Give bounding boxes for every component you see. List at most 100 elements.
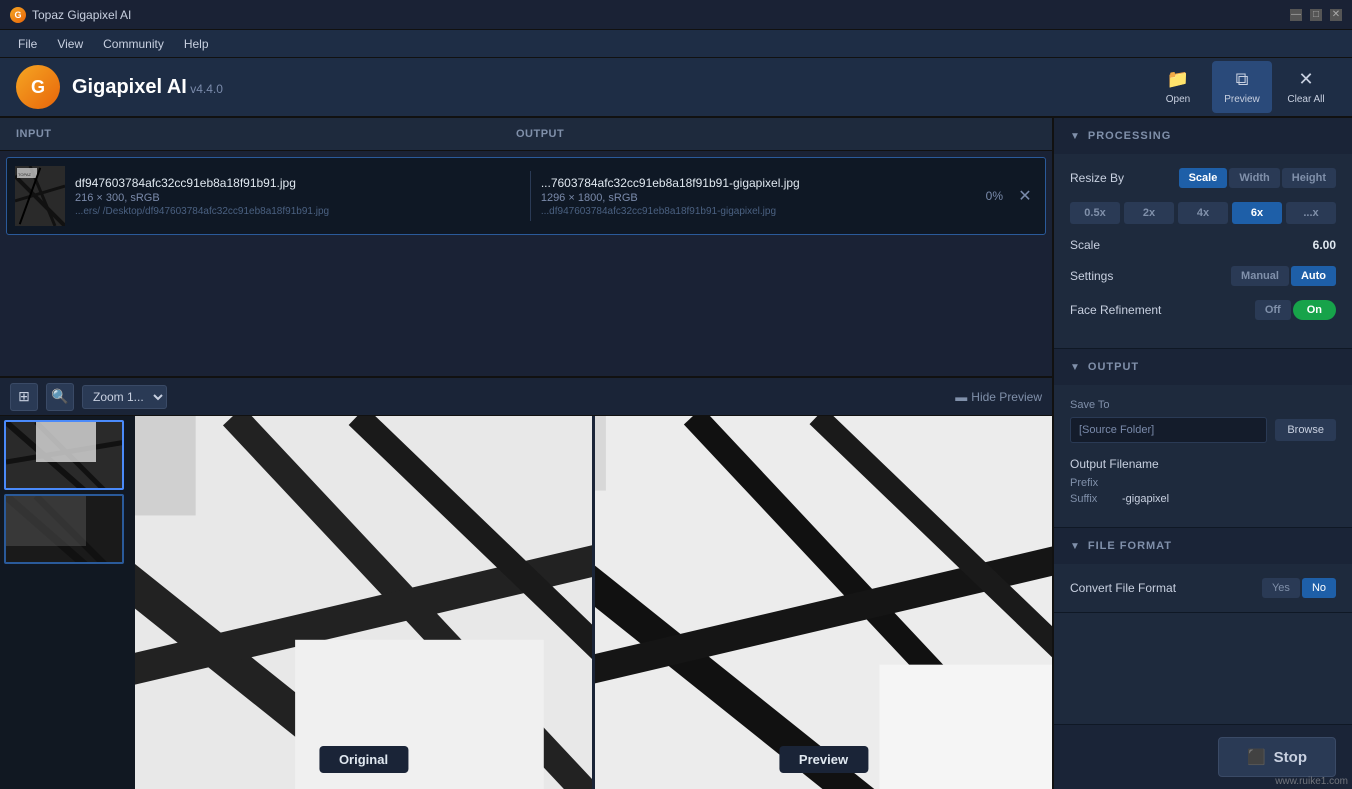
scale-custom-button[interactable]: ...x bbox=[1286, 202, 1336, 224]
input-file-info: df947603784afc32cc91eb8a18f91b91.jpg 216… bbox=[75, 176, 520, 217]
input-file-dims: 216 × 300, sRGB bbox=[75, 192, 520, 204]
manual-settings-button[interactable]: Manual bbox=[1231, 266, 1289, 286]
clear-all-label: Clear All bbox=[1287, 94, 1324, 105]
open-icon: 📁 bbox=[1167, 69, 1189, 90]
minimize-button[interactable]: — bbox=[1290, 9, 1302, 21]
scale-buttons: 0.5x 2x 4x 6x ...x bbox=[1070, 202, 1336, 224]
preview-area: ⊞ 🔍 Zoom 1... ▬ Hide Preview bbox=[0, 378, 1052, 789]
suffix-value: -gigapixel bbox=[1122, 493, 1169, 505]
scale-label: Scale bbox=[1070, 238, 1100, 252]
header-buttons: 📁 Open ⧉ Preview ✕ Clear All bbox=[1148, 61, 1336, 113]
thumbnail-strip bbox=[0, 416, 135, 789]
comparison-area: Original bbox=[135, 416, 1052, 789]
file-divider bbox=[530, 171, 531, 221]
convert-toggle: Yes No bbox=[1262, 578, 1336, 598]
convert-format-row: Convert File Format Yes No bbox=[1070, 578, 1336, 598]
source-folder-tag: [Source Folder] bbox=[1070, 417, 1267, 443]
thumb-1[interactable] bbox=[4, 420, 124, 490]
preview-images: Original bbox=[0, 416, 1052, 789]
processing-body: Resize By Scale Width Height 0.5x 2x 4x … bbox=[1054, 154, 1352, 348]
hide-preview-button[interactable]: ▬ Hide Preview bbox=[955, 390, 1042, 404]
width-resize-button[interactable]: Width bbox=[1229, 168, 1279, 188]
clear-all-button[interactable]: ✕ Clear All bbox=[1276, 61, 1336, 113]
suffix-label: Suffix bbox=[1070, 493, 1114, 505]
app-header: G Gigapixel AI v4.4.0 📁 Open ⧉ Preview ✕… bbox=[0, 58, 1352, 118]
zoom-select[interactable]: Zoom 1... bbox=[82, 385, 167, 409]
fit-view-button[interactable]: ⊞ bbox=[10, 383, 38, 411]
resize-by-label: Resize By bbox=[1070, 171, 1170, 185]
settings-row: Settings Manual Auto bbox=[1070, 266, 1336, 286]
remove-button[interactable]: ✕ bbox=[1013, 184, 1037, 208]
scale-2x-button[interactable]: 2x bbox=[1124, 202, 1174, 224]
yes-button[interactable]: Yes bbox=[1262, 578, 1300, 598]
browse-button[interactable]: Browse bbox=[1275, 419, 1336, 441]
processing-section-header[interactable]: ▼ PROCESSING bbox=[1054, 118, 1352, 154]
resize-by-row: Resize By Scale Width Height bbox=[1070, 168, 1336, 188]
face-on-button[interactable]: On bbox=[1293, 300, 1336, 320]
close-button[interactable]: ✕ bbox=[1330, 9, 1342, 21]
scale-resize-button[interactable]: Scale bbox=[1179, 168, 1228, 188]
right-panel: ▼ PROCESSING Resize By Scale Width Heigh… bbox=[1052, 118, 1352, 789]
output-section-header[interactable]: ▼ OUTPUT bbox=[1054, 349, 1352, 385]
settings-label: Settings bbox=[1070, 269, 1170, 283]
col-output-header: OUTPUT bbox=[500, 118, 1052, 150]
col-input-header: INPUT bbox=[0, 118, 500, 150]
output-chevron: ▼ bbox=[1070, 362, 1080, 373]
preview-label: Preview bbox=[779, 746, 868, 773]
app-icon: G bbox=[10, 7, 26, 23]
height-resize-button[interactable]: Height bbox=[1282, 168, 1336, 188]
file-format-section-header[interactable]: ▼ FILE FORMAT bbox=[1054, 528, 1352, 564]
open-button[interactable]: 📁 Open bbox=[1148, 61, 1208, 113]
output-filename-row: Output Filename Prefix Suffix -gigapixel bbox=[1070, 457, 1336, 505]
processing-section: ▼ PROCESSING Resize By Scale Width Heigh… bbox=[1054, 118, 1352, 349]
menu-file[interactable]: File bbox=[8, 33, 47, 55]
scale-value-row: Scale 6.00 bbox=[1070, 238, 1336, 252]
auto-settings-button[interactable]: Auto bbox=[1291, 266, 1336, 286]
output-filename-label: Output Filename bbox=[1070, 457, 1336, 471]
output-file-name: ...7603784afc32cc91eb8a18f91b91-gigapixe… bbox=[541, 176, 986, 190]
menu-view[interactable]: View bbox=[47, 33, 93, 55]
zoom-button[interactable]: 🔍 bbox=[46, 383, 74, 411]
scale-4x-button[interactable]: 4x bbox=[1178, 202, 1228, 224]
file-format-chevron: ▼ bbox=[1070, 541, 1080, 552]
preview-toolbar: ⊞ 🔍 Zoom 1... ▬ Hide Preview bbox=[0, 378, 1052, 416]
face-refinement-row: Face Refinement Off On bbox=[1070, 300, 1336, 320]
maximize-button[interactable]: □ bbox=[1310, 9, 1322, 21]
original-view: Original bbox=[135, 416, 592, 789]
file-list-header: INPUT OUTPUT bbox=[0, 118, 1052, 151]
file-format-section: ▼ FILE FORMAT Convert File Format Yes No bbox=[1054, 528, 1352, 613]
stop-button[interactable]: ⬛ Stop bbox=[1218, 737, 1336, 777]
thumb-2[interactable] bbox=[4, 494, 124, 564]
output-file-info: ...7603784afc32cc91eb8a18f91b91-gigapixe… bbox=[541, 176, 986, 217]
output-file-dims: 1296 × 1800, sRGB bbox=[541, 192, 986, 204]
preview-button[interactable]: ⧉ Preview bbox=[1212, 61, 1272, 113]
app-version: v4.4.0 bbox=[190, 82, 223, 96]
hide-preview-label: Hide Preview bbox=[971, 390, 1042, 404]
open-label: Open bbox=[1166, 94, 1190, 105]
resize-by-group: Scale Width Height bbox=[1179, 168, 1336, 188]
menu-help[interactable]: Help bbox=[174, 33, 219, 55]
processing-title: PROCESSING bbox=[1088, 130, 1171, 142]
prefix-row: Prefix bbox=[1070, 477, 1336, 489]
preview-view: Preview bbox=[595, 416, 1052, 789]
convert-label: Convert File Format bbox=[1070, 581, 1176, 595]
file-list-area: INPUT OUTPUT TOPAZ bbox=[0, 118, 1052, 378]
input-file-name: df947603784afc32cc91eb8a18f91b91.jpg bbox=[75, 176, 520, 190]
no-button[interactable]: No bbox=[1302, 578, 1336, 598]
face-off-button[interactable]: Off bbox=[1255, 300, 1291, 320]
window-controls: — □ ✕ bbox=[1290, 9, 1342, 21]
app-logo: G bbox=[16, 65, 60, 109]
title-bar: G Topaz Gigapixel AI — □ ✕ bbox=[0, 0, 1352, 30]
app-name: Gigapixel AI bbox=[72, 76, 187, 98]
menu-community[interactable]: Community bbox=[93, 33, 174, 55]
output-section: ▼ OUTPUT Save To [Source Folder] Browse … bbox=[1054, 349, 1352, 528]
scale-6x-button[interactable]: 6x bbox=[1232, 202, 1282, 224]
face-refinement-label: Face Refinement bbox=[1070, 303, 1170, 317]
menu-bar: File View Community Help bbox=[0, 30, 1352, 58]
progress-text: 0% bbox=[986, 189, 1003, 203]
title-bar-text: Topaz Gigapixel AI bbox=[32, 8, 1290, 22]
scale-0-5x-button[interactable]: 0.5x bbox=[1070, 202, 1120, 224]
save-to-label: Save To bbox=[1070, 399, 1336, 411]
preview-icon: ⧉ bbox=[1236, 69, 1249, 90]
file-row[interactable]: TOPAZ df947603784afc32cc91eb8a18f91b91.j… bbox=[6, 157, 1046, 235]
